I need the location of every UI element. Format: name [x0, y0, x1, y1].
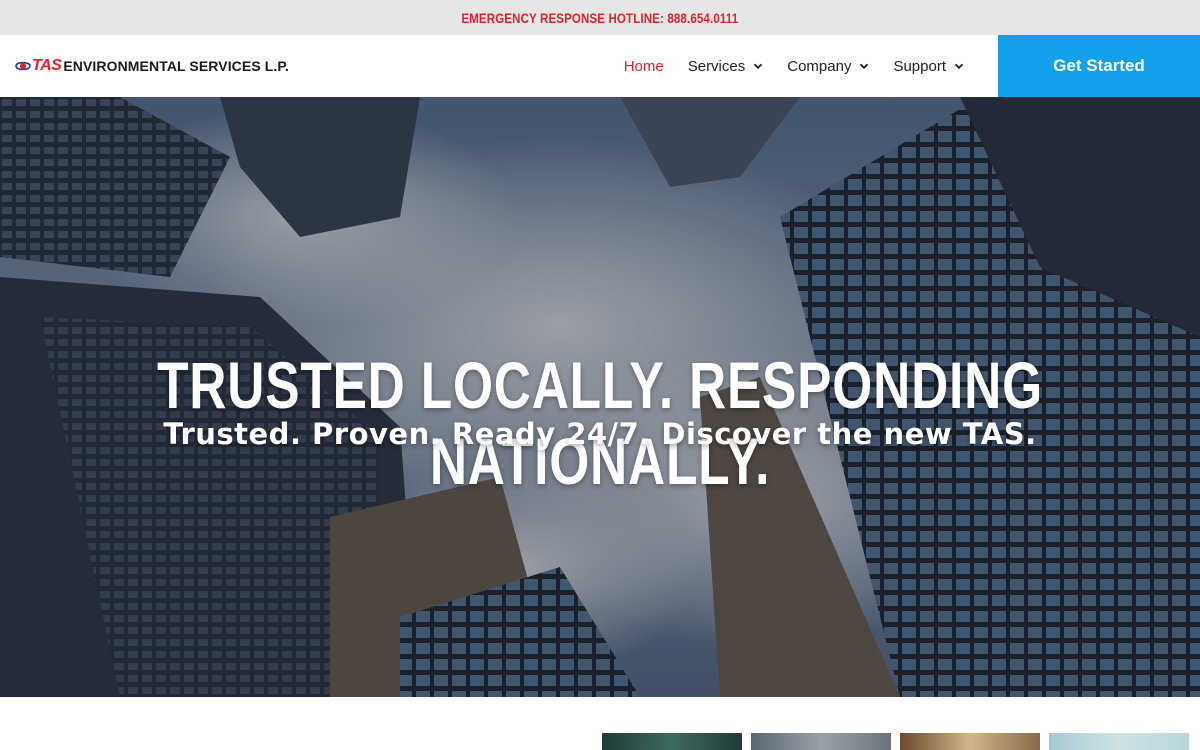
thumbnail-strip — [602, 733, 1189, 750]
chevron-down-icon — [754, 63, 763, 70]
hero-subtitle: Trusted. Proven. Ready 24/7. Discover th… — [163, 417, 1037, 451]
chevron-down-icon — [954, 63, 964, 70]
site-logo[interactable]: TAS ENVIRONMENTAL SERVICES L.P. — [15, 35, 289, 97]
thumbnail-image[interactable] — [900, 733, 1040, 750]
chevron-down-icon — [860, 63, 869, 70]
nav-item-label: Support — [893, 57, 946, 75]
thumbnail-image[interactable] — [751, 733, 891, 750]
nav-item-support[interactable]: Support — [881, 35, 976, 97]
hero-banner: TRUSTED LOCALLY. RESPONDING NATIONALLY. … — [0, 97, 1200, 697]
nav-item-label: Home — [623, 57, 664, 75]
nav-item-label: Services — [687, 57, 746, 75]
nav-item-services[interactable]: Services — [676, 35, 776, 97]
nav-item-home[interactable]: Home — [612, 35, 676, 97]
nav-item-company[interactable]: Company — [775, 35, 881, 97]
site-header: TAS ENVIRONMENTAL SERVICES L.P. Home Ser… — [0, 35, 1200, 97]
logo-swoosh-icon — [15, 61, 31, 71]
get-started-button[interactable]: Get Started — [998, 35, 1200, 97]
nav-item-label: Company — [787, 57, 852, 75]
main-nav: Home Services Company Support — [612, 35, 976, 97]
emergency-hotline-text[interactable]: EMERGENCY RESPONSE HOTLINE: 888.654.0111 — [462, 10, 739, 26]
emergency-hotline-bar: EMERGENCY RESPONSE HOTLINE: 888.654.0111 — [0, 0, 1200, 35]
logo-company-text: ENVIRONMENTAL SERVICES L.P. — [63, 58, 290, 74]
thumbnail-image[interactable] — [1049, 733, 1189, 750]
thumbnail-image[interactable] — [602, 733, 742, 750]
logo-tas-text: TAS — [32, 57, 62, 74]
